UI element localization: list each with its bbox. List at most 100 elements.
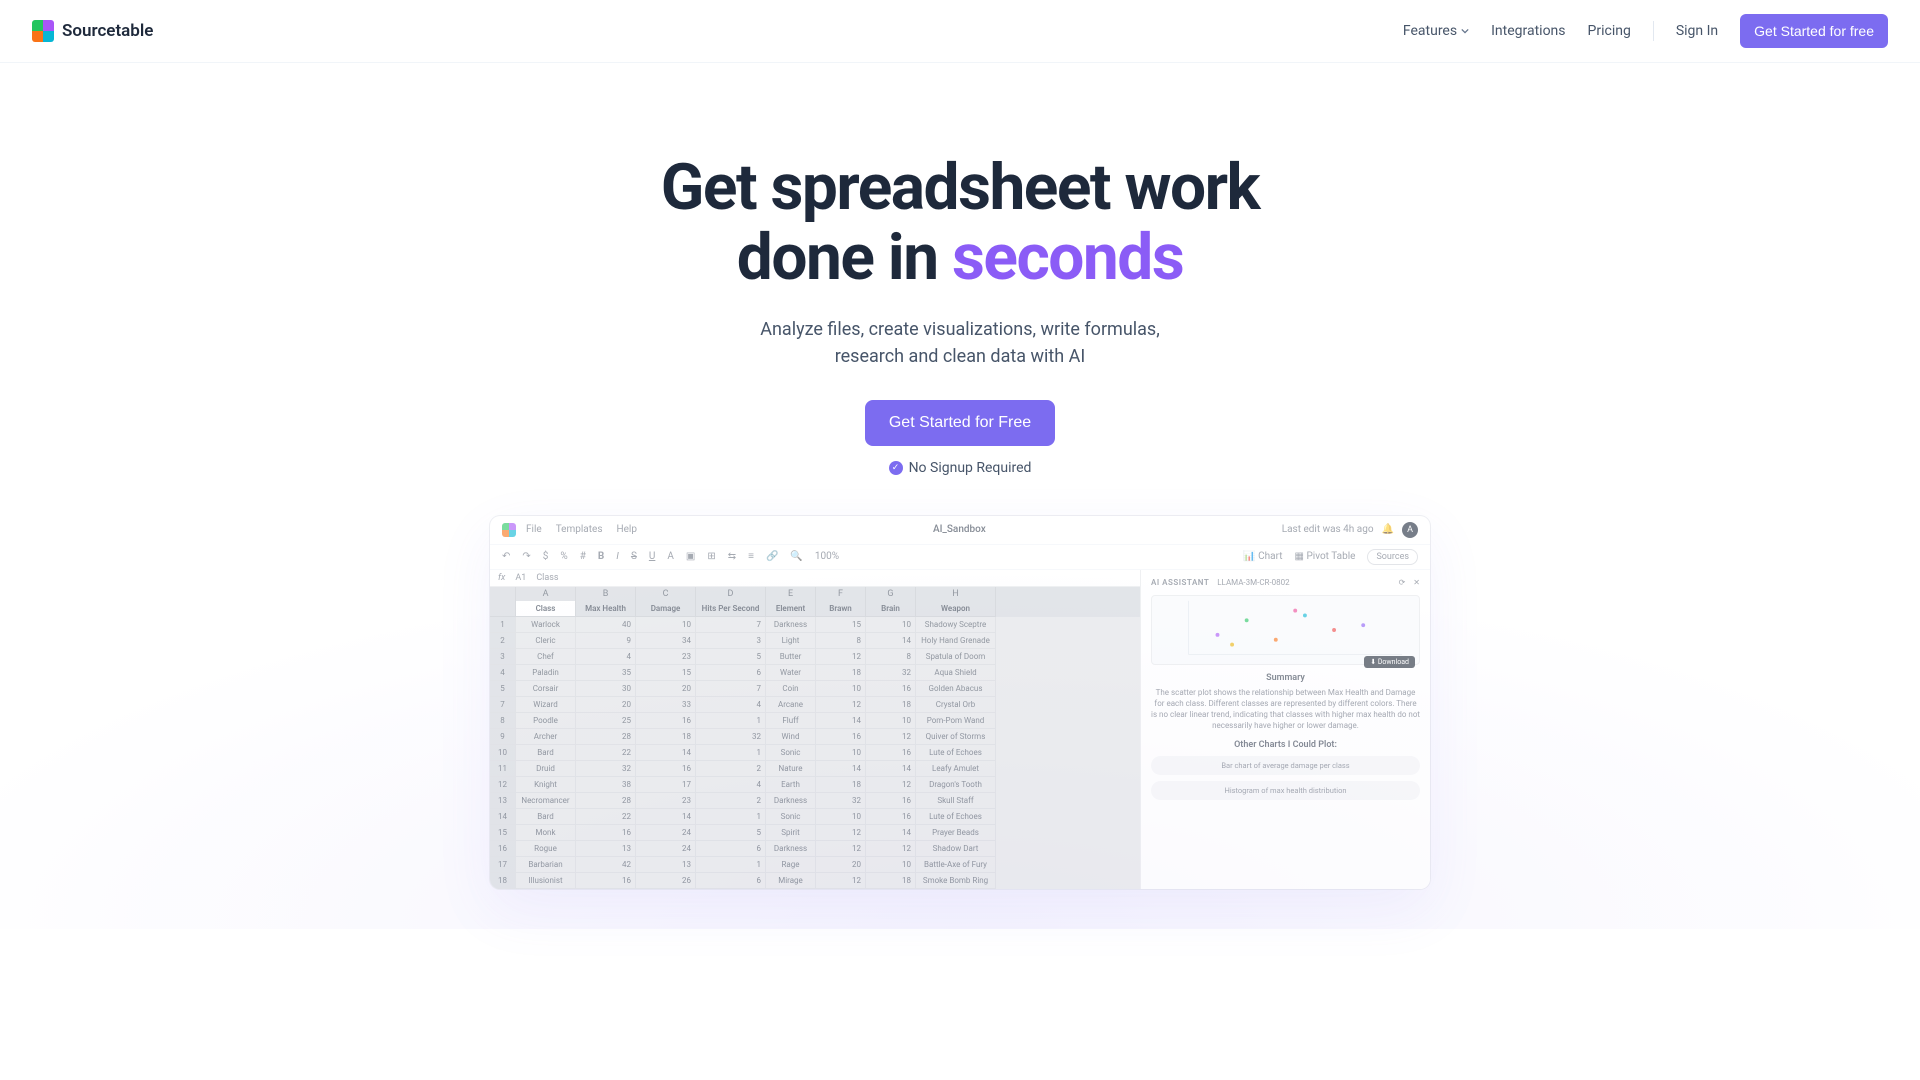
menu-help[interactable]: Help xyxy=(616,524,636,535)
cell[interactable]: Druid xyxy=(516,761,576,777)
cell[interactable]: 15 xyxy=(490,825,516,841)
cell[interactable]: Earth xyxy=(766,777,816,793)
chart-button[interactable]: 📊 Chart xyxy=(1243,551,1282,562)
cell[interactable]: 17 xyxy=(490,857,516,873)
cell[interactable]: 16 xyxy=(576,825,636,841)
cell[interactable]: 16 xyxy=(866,681,916,697)
cell[interactable]: 13 xyxy=(636,857,696,873)
cell[interactable]: Darkness xyxy=(766,841,816,857)
cell[interactable]: 16 xyxy=(576,873,636,889)
column-header[interactable]: B xyxy=(576,587,636,601)
cell[interactable]: Sonic xyxy=(766,745,816,761)
zoom-label[interactable]: 100% xyxy=(815,551,839,562)
cell[interactable]: 12 xyxy=(816,697,866,713)
cell[interactable]: Illusionist xyxy=(516,873,576,889)
cell[interactable]: Bard xyxy=(516,809,576,825)
cell[interactable]: 17 xyxy=(636,777,696,793)
cell[interactable]: 10 xyxy=(490,745,516,761)
cell[interactable]: 5 xyxy=(696,825,766,841)
cell[interactable]: Nature xyxy=(766,761,816,777)
column-header[interactable]: G xyxy=(866,587,916,601)
cell[interactable]: 12 xyxy=(816,825,866,841)
cell[interactable]: 10 xyxy=(816,745,866,761)
cell[interactable]: Spirit xyxy=(766,825,816,841)
cell[interactable]: Rage xyxy=(766,857,816,873)
cell[interactable]: 7 xyxy=(696,617,766,633)
suggestion-pill-1[interactable]: Bar chart of average damage per class xyxy=(1151,756,1420,775)
cell[interactable]: 28 xyxy=(576,729,636,745)
cell[interactable]: Wizard xyxy=(516,697,576,713)
cell[interactable]: 12 xyxy=(490,777,516,793)
cell[interactable]: Butter xyxy=(766,649,816,665)
cell[interactable]: 12 xyxy=(866,841,916,857)
cell[interactable]: Mirage xyxy=(766,873,816,889)
column-header[interactable]: H xyxy=(916,587,996,601)
cell[interactable]: 5 xyxy=(696,649,766,665)
cell[interactable]: 14 xyxy=(636,745,696,761)
cell[interactable]: 20 xyxy=(576,697,636,713)
cell[interactable]: Crystal Orb xyxy=(916,697,996,713)
cell[interactable]: 14 xyxy=(866,761,916,777)
cell[interactable]: 9 xyxy=(576,633,636,649)
cell[interactable]: 6 xyxy=(696,873,766,889)
cell[interactable]: 2 xyxy=(696,793,766,809)
menu-file[interactable]: File xyxy=(526,524,542,535)
cell[interactable]: Lute of Echoes xyxy=(916,745,996,761)
cell[interactable]: 10 xyxy=(636,617,696,633)
fill-icon[interactable]: ▣ xyxy=(686,551,695,562)
cell[interactable]: 16 xyxy=(490,841,516,857)
cell[interactable]: 1 xyxy=(696,857,766,873)
cell[interactable]: 10 xyxy=(866,857,916,873)
cell[interactable]: 15 xyxy=(816,617,866,633)
cell[interactable]: 33 xyxy=(636,697,696,713)
cell[interactable]: 34 xyxy=(636,633,696,649)
cell[interactable]: 30 xyxy=(576,681,636,697)
nav-features[interactable]: Features xyxy=(1403,23,1469,39)
cell[interactable]: 16 xyxy=(866,745,916,761)
header-cell[interactable]: Element xyxy=(766,601,816,617)
cell[interactable]: Fluff xyxy=(766,713,816,729)
header-cell[interactable]: Hits Per Second xyxy=(696,601,766,617)
redo-icon[interactable]: ↷ xyxy=(522,551,530,562)
cell[interactable]: Corsair xyxy=(516,681,576,697)
cell[interactable]: Light xyxy=(766,633,816,649)
bold-icon[interactable]: B xyxy=(598,551,604,562)
cell[interactable]: 35 xyxy=(576,665,636,681)
hash-icon[interactable]: # xyxy=(580,551,586,562)
link-icon[interactable]: 🔗 xyxy=(766,551,778,562)
cell[interactable]: 14 xyxy=(816,761,866,777)
cell[interactable]: 4 xyxy=(576,649,636,665)
cell[interactable]: 4 xyxy=(696,697,766,713)
search-icon[interactable]: 🔍 xyxy=(790,551,802,562)
avatar[interactable]: A xyxy=(1402,522,1418,538)
cell[interactable]: 16 xyxy=(866,809,916,825)
cell[interactable]: 28 xyxy=(576,793,636,809)
cell[interactable]: 20 xyxy=(816,857,866,873)
cell[interactable]: 13 xyxy=(490,793,516,809)
logo[interactable]: Sourcetable xyxy=(32,20,153,42)
header-cell[interactable]: Weapon xyxy=(916,601,996,617)
sources-button[interactable]: Sources xyxy=(1367,549,1418,565)
cell[interactable]: Dragon's Tooth xyxy=(916,777,996,793)
cell[interactable]: 11 xyxy=(490,761,516,777)
cell[interactable]: 1 xyxy=(696,745,766,761)
cell[interactable]: Darkness xyxy=(766,793,816,809)
column-header[interactable] xyxy=(490,587,516,601)
cell[interactable]: 3 xyxy=(490,649,516,665)
cell[interactable]: Quiver of Storms xyxy=(916,729,996,745)
cell[interactable]: 16 xyxy=(866,793,916,809)
merge-icon[interactable]: ⇆ xyxy=(728,551,736,562)
cell[interactable]: 2 xyxy=(490,633,516,649)
cell[interactable]: 13 xyxy=(576,841,636,857)
cell[interactable]: Barbarian xyxy=(516,857,576,873)
cell[interactable]: 10 xyxy=(866,713,916,729)
ai-model-label[interactable]: LLAMA-3M-CR-0802 xyxy=(1217,578,1289,587)
cell[interactable]: Rogue xyxy=(516,841,576,857)
column-header[interactable]: C xyxy=(636,587,696,601)
cell[interactable]: 8 xyxy=(490,713,516,729)
cell[interactable]: 18 xyxy=(490,873,516,889)
cell[interactable]: Golden Abacus xyxy=(916,681,996,697)
nav-pricing[interactable]: Pricing xyxy=(1588,23,1631,39)
header-cell[interactable]: Brain xyxy=(866,601,916,617)
cell[interactable]: 8 xyxy=(816,633,866,649)
